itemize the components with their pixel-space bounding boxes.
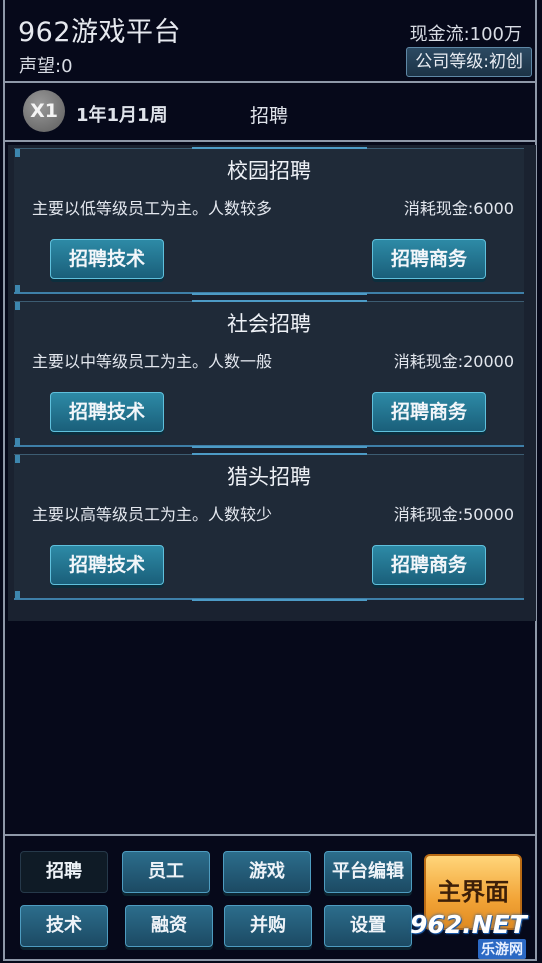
card-description: 主要以中等级员工为主。人数一般 (32, 352, 273, 371)
card-title: 校园招聘 (227, 159, 311, 183)
card-cost: 消耗现金:20000 (393, 352, 514, 371)
card-cost: 消耗现金:6000 (403, 199, 514, 218)
nav-acquire-button[interactable]: 并购 (224, 905, 312, 947)
speed-button[interactable]: X1 (23, 90, 65, 132)
card-description: 主要以高等级员工为主。人数较少 (32, 505, 273, 524)
status-divider (5, 140, 537, 142)
card-title: 猎头招聘 (227, 465, 311, 489)
card-accent-bottom (192, 293, 367, 295)
site-watermark: 962.NET 乐游网 (406, 910, 540, 960)
nav-divider (5, 834, 537, 836)
card-description: 主要以低等级员工为主。人数较多 (32, 199, 273, 218)
recruit-business-button[interactable]: 招聘商务 (372, 392, 486, 432)
reputation-label: 声望:0 (19, 56, 73, 77)
nav-tech-button[interactable]: 技术 (20, 905, 108, 947)
app-title: 962游戏平台 (18, 17, 182, 48)
watermark-sub: 乐游网 (478, 939, 526, 959)
card-accent-bottom (192, 446, 367, 448)
nav-settings-button[interactable]: 设置 (324, 905, 412, 947)
nav-finance-button[interactable]: 融资 (125, 905, 213, 947)
header-divider (5, 81, 537, 83)
card-accent-top (192, 147, 367, 149)
recruit-card-headhunter: 猎头招聘 主要以高等级员工为主。人数较少 消耗现金:50000 招聘技术 招聘商… (14, 453, 524, 601)
nav-recruit-button[interactable]: 招聘 (20, 851, 108, 893)
card-accent-bottom (192, 599, 367, 601)
card-accent-top (192, 453, 367, 455)
recruit-tech-button[interactable]: 招聘技术 (50, 392, 164, 432)
card-accent-top (192, 300, 367, 302)
recruit-business-button[interactable]: 招聘商务 (372, 545, 486, 585)
nav-games-button[interactable]: 游戏 (223, 851, 311, 893)
card-cost: 消耗现金:50000 (393, 505, 514, 524)
nav-platform-edit-button[interactable]: 平台编辑 (324, 851, 412, 893)
recruit-tech-button[interactable]: 招聘技术 (50, 545, 164, 585)
game-date: 1年1月1周 (76, 105, 168, 126)
screen-title: 招聘 (250, 105, 289, 127)
recruit-card-campus: 校园招聘 主要以低等级员工为主。人数较多 消耗现金:6000 招聘技术 招聘商务 (14, 147, 524, 295)
recruit-card-social: 社会招聘 主要以中等级员工为主。人数一般 消耗现金:20000 招聘技术 招聘商… (14, 300, 524, 448)
recruit-tech-button[interactable]: 招聘技术 (50, 239, 164, 279)
nav-staff-button[interactable]: 员工 (122, 851, 210, 893)
recruit-business-button[interactable]: 招聘商务 (372, 239, 486, 279)
cash-flow-label: 现金流:100万 (409, 24, 522, 45)
card-title: 社会招聘 (227, 312, 311, 336)
company-level-badge: 公司等级:初创 (406, 47, 532, 77)
watermark-main: 962.NET (410, 910, 527, 939)
